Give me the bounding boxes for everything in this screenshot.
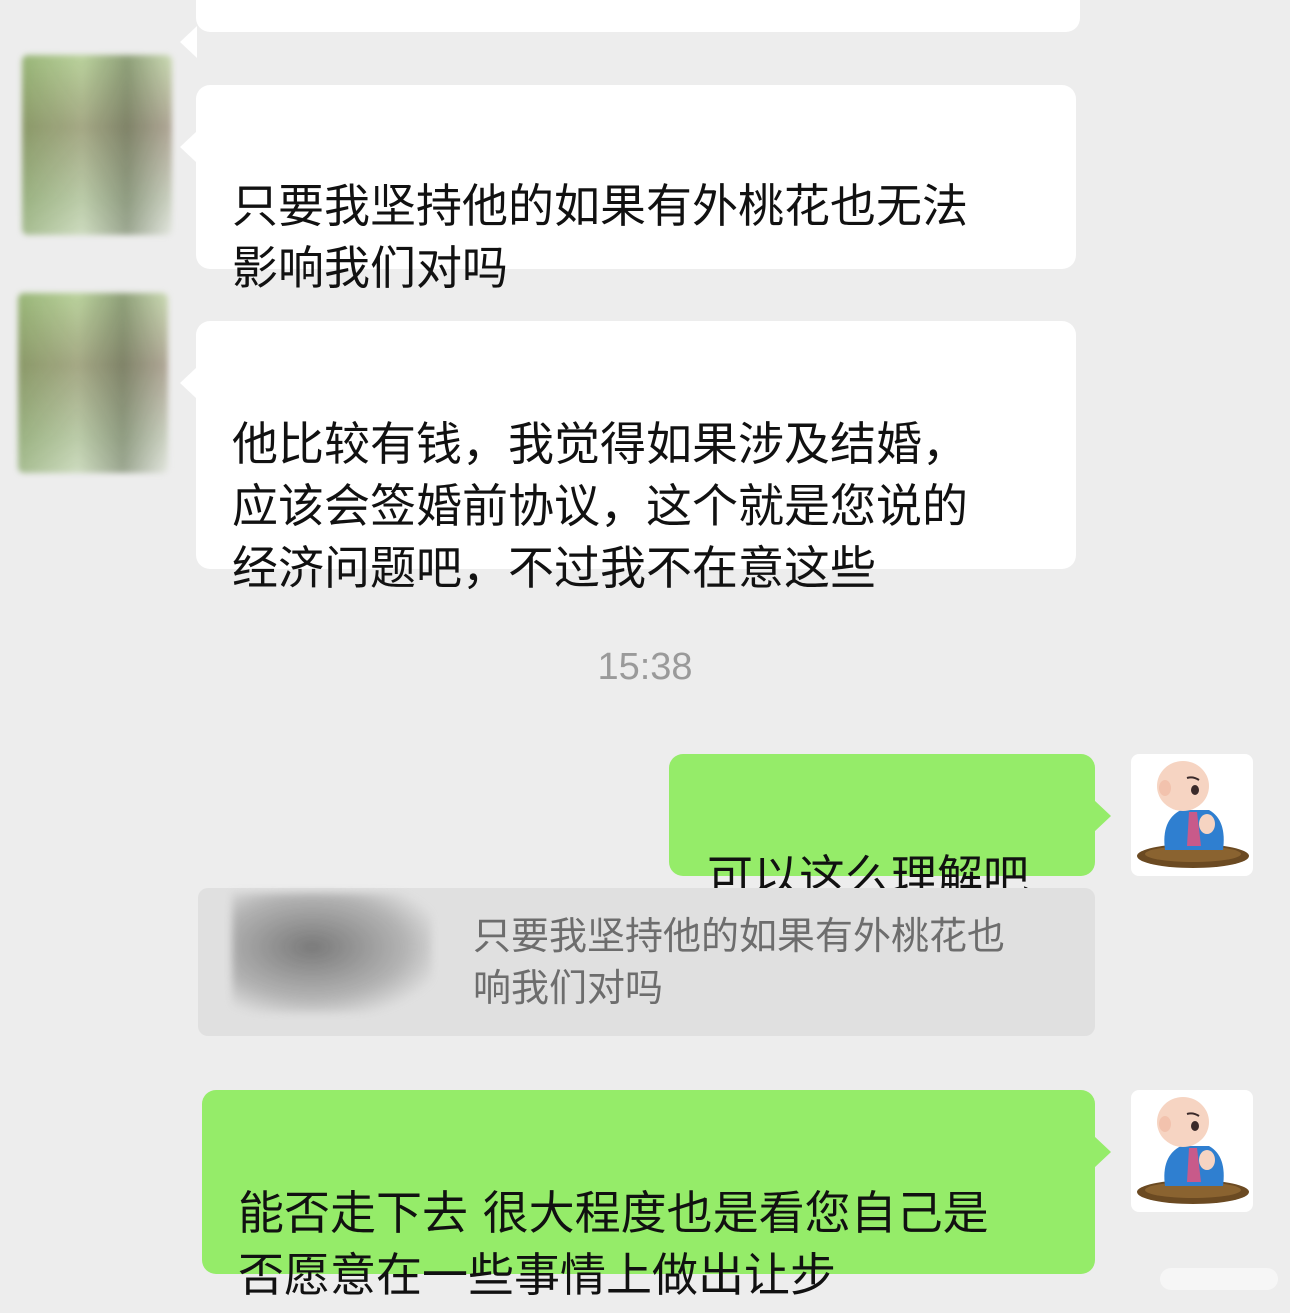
quoted-text: 只要我坚持他的如果有外桃花也 响我们对吗 bbox=[473, 914, 1006, 1010]
message-bubble-partial[interactable] bbox=[180, 0, 1080, 58]
monk-avatar-icon bbox=[1137, 761, 1249, 868]
message-bubble-outgoing[interactable]: 能否走下去 很大程度也是看您自己是 否愿意在一些事情上做出让步 bbox=[202, 1090, 1111, 1302]
scroll-indicator bbox=[1160, 1268, 1278, 1290]
contact-avatar[interactable] bbox=[22, 55, 172, 235]
message-bubble-incoming[interactable]: 只要我坚持他的如果有外桃花也无法 影响我们对吗 bbox=[180, 85, 1076, 295]
message-text: 他比较有钱，我觉得如果涉及结婚， 应该会签婚前协议，这个就是您说的 经济问题吧，… bbox=[232, 417, 968, 595]
self-avatar[interactable] bbox=[1131, 1090, 1253, 1212]
message-bubble-outgoing[interactable]: 可以这么理解吧 bbox=[669, 754, 1111, 904]
message-text: 能否走下去 很大程度也是看您自己是 否愿意在一些事情上做出让步 bbox=[238, 1186, 989, 1302]
message-text: 只要我坚持他的如果有外桃花也无法 影响我们对吗 bbox=[232, 179, 968, 295]
message-bubble-incoming[interactable]: 他比较有钱，我觉得如果涉及结婚， 应该会签婚前协议，这个就是您说的 经济问题吧，… bbox=[180, 321, 1076, 595]
timestamp: 15:38 bbox=[597, 646, 693, 688]
self-avatar[interactable] bbox=[1131, 754, 1253, 876]
quoted-sender-redacted bbox=[232, 893, 432, 1013]
contact-avatar[interactable] bbox=[18, 293, 168, 473]
monk-avatar-icon bbox=[1137, 1097, 1249, 1204]
